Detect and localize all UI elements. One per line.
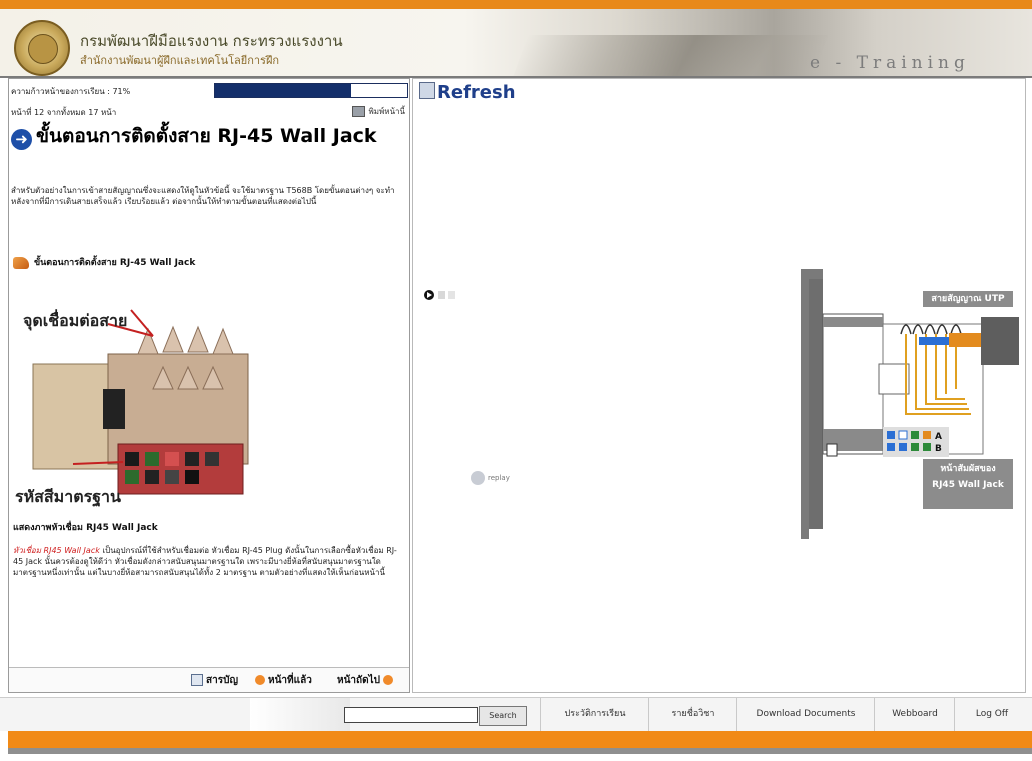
- contents-icon: [191, 674, 203, 686]
- svg-text:A: A: [935, 432, 942, 442]
- print-label: พิมพ์หน้านี้: [368, 107, 405, 116]
- jack-face-label-line1: หน้าสัมผัสของ: [940, 464, 996, 474]
- step-heading: ขั้นตอนการติดตั้งสาย RJ-45 Wall Jack: [13, 255, 195, 269]
- jack-face-label: หน้าสัมผัสของ RJ45 Wall Jack: [923, 459, 1013, 509]
- page-counter: หน้าที่ 12 จากทั้งหมด 17 หน้า: [11, 108, 117, 117]
- replay-label: replay: [488, 474, 510, 482]
- refresh-icon: [419, 82, 435, 99]
- replay-button[interactable]: replay: [471, 471, 510, 485]
- search-button[interactable]: Search: [479, 706, 527, 726]
- standard-code-label: รหัสสีมาตรฐาน: [15, 487, 121, 507]
- refresh-button[interactable]: Refresh: [419, 82, 516, 103]
- progress-bar: [214, 83, 408, 98]
- lesson-title-text: ขั้นตอนการติดตั้งสาย RJ-45 Wall Jack: [36, 125, 377, 147]
- svg-text:B: B: [935, 444, 942, 454]
- player-controls[interactable]: [423, 287, 463, 301]
- bottom-toolbar: Search ประวัติการเรียน รายชื่อวิชา Downl…: [0, 697, 1032, 731]
- previous-button[interactable]: หน้าที่แล้ว: [255, 673, 312, 688]
- next-button[interactable]: หน้าถัดไป: [337, 673, 393, 688]
- lesson-description: หัวเชื่อม RJ45 Wall Jack เป็นอุปกรณ์ที่ใ…: [13, 545, 405, 578]
- site-header: กรมพัฒนาฝีมือแรงงาน กระทรวงแรงงาน สำนักง…: [0, 9, 1032, 81]
- jack-face-label-line2: RJ45 Wall Jack: [932, 480, 1004, 490]
- course-list-link[interactable]: รายชื่อวิชา: [648, 698, 737, 731]
- arrow-right-icon: ➜: [11, 129, 32, 150]
- org-subunit: สำนักงานพัฒนาผู้ฝึกและเทคโนโลยีการฝึก: [80, 54, 280, 67]
- lesson-panel[interactable]: ความก้าวหน้าของการเรียน : 71% หน้าที่ 12…: [8, 78, 410, 693]
- study-history-link[interactable]: ประวัติการเรียน: [540, 698, 649, 731]
- progress-fill: [215, 84, 352, 97]
- previous-label: หน้าที่แล้ว: [268, 675, 312, 686]
- lesson-title: ➜ ขั้นตอนการติดตั้งสาย RJ-45 Wall Jack: [11, 123, 403, 150]
- webboard-link[interactable]: Webboard: [874, 698, 955, 731]
- toolbar-fade: [250, 698, 350, 731]
- printer-icon: [352, 106, 366, 117]
- contents-label: สารบัญ: [206, 675, 238, 686]
- image-caption: แสดงภาพหัวเชื่อม RJ45 Wall Jack: [13, 523, 158, 533]
- org-name: กรมพัฒนาฝีมือแรงงาน กระทรวงแรงงาน: [80, 32, 343, 50]
- etraining-brand: e - Training: [810, 53, 970, 73]
- lesson-nav: สารบัญ หน้าที่แล้ว หน้าถัดไป: [9, 667, 409, 692]
- print-page-link[interactable]: พิมพ์หน้านี้: [352, 105, 405, 118]
- top-accent-bar: [0, 0, 1032, 9]
- bottom-shadow-bar: [8, 748, 1032, 754]
- search-input[interactable]: [344, 707, 478, 723]
- wall-jack-image: จุดเชื่อมต่อสาย รหัสสีมาตรฐาน: [13, 294, 258, 509]
- forward-arrow-icon: [382, 675, 393, 685]
- department-logo: [14, 20, 70, 76]
- refresh-label: Refresh: [437, 82, 516, 103]
- download-documents-link[interactable]: Download Documents: [736, 698, 875, 731]
- header-banner-art: [511, 35, 829, 81]
- utp-cable-label: สายสัญญาณ UTP: [923, 291, 1013, 307]
- bottom-accent-bar: [8, 731, 1032, 748]
- pointing-hand-icon: [13, 256, 29, 269]
- lesson-intro: สำหรับตัวอย่างในการเข้าสายสัญญาณซึ่งจะแส…: [11, 186, 395, 206]
- description-term: หัวเชื่อม RJ45 Wall Jack: [13, 546, 100, 555]
- animation-panel[interactable]: Refresh replay A B สายสัญญาณ UTP หน้าสัม…: [412, 78, 1026, 693]
- step-heading-text: ขั้นตอนการติดตั้งสาย RJ-45 Wall Jack: [34, 258, 196, 268]
- next-label: หน้าถัดไป: [337, 675, 380, 686]
- connection-point-label: จุดเชื่อมต่อสาย: [23, 309, 127, 331]
- contents-button[interactable]: สารบัญ: [191, 673, 238, 688]
- log-off-link[interactable]: Log Off: [954, 698, 1029, 731]
- progress-label: ความก้าวหน้าของการเรียน : 71%: [11, 87, 131, 96]
- back-arrow-icon: [255, 675, 265, 685]
- replay-icon: [471, 471, 485, 485]
